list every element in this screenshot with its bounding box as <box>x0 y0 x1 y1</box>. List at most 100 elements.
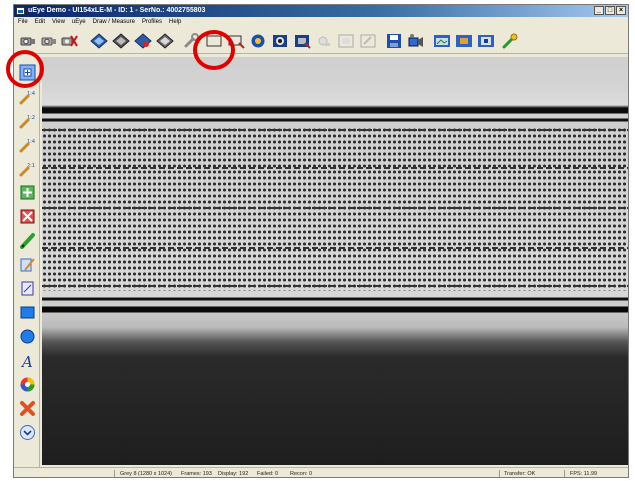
zoom-1-2x-button[interactable]: 1:2 <box>18 111 36 129</box>
circle-icon <box>20 329 34 343</box>
capture-sequence-icon <box>156 33 174 49</box>
status-display: Display: 192 <box>218 471 249 477</box>
measure-icon <box>21 281 33 295</box>
delete-tool-button[interactable] <box>18 399 36 417</box>
pattern-row-band <box>42 207 628 209</box>
options-tool-button[interactable] <box>18 423 36 441</box>
menu-help[interactable]: Help <box>169 17 181 27</box>
fit-to-window-button[interactable] <box>18 63 36 81</box>
color-picker-button[interactable] <box>18 375 36 393</box>
menu-file[interactable]: File <box>18 17 28 27</box>
wrench-icon <box>184 33 199 48</box>
status-transfer: Transfer: OK <box>504 471 536 477</box>
capture-live-button[interactable] <box>89 32 109 50</box>
window-disabled-button[interactable] <box>336 32 356 50</box>
save-video-button[interactable] <box>406 32 426 50</box>
chevron-down-circle-icon <box>19 424 35 440</box>
status-format: Grey 8 (1280 x 1024) <box>120 471 172 477</box>
save-image-button[interactable] <box>384 32 404 50</box>
capture-freeze-button[interactable] <box>111 32 131 50</box>
camera-close-icon <box>61 35 78 47</box>
circle-tool-button[interactable] <box>18 327 36 345</box>
title-bar[interactable]: uEye Demo - UI154xLE-M - ID: 1 - SerNo.:… <box>14 5 628 17</box>
camera-open-alt-button[interactable] <box>39 32 59 50</box>
menu-profiles[interactable]: Profiles <box>142 17 162 27</box>
close-button[interactable]: × <box>616 6 626 15</box>
pattern-row-band <box>42 129 628 131</box>
menu-bar: File Edit View uEye Draw / Measure Profi… <box>14 17 628 27</box>
window-disabled-alt-button[interactable] <box>358 32 378 50</box>
zoom-2-1x-button[interactable]: 2:1 <box>18 159 36 177</box>
display-mode-icon <box>273 35 287 47</box>
text-tool-button[interactable]: A <box>18 351 36 369</box>
camera-open-alt-icon <box>41 37 56 46</box>
fit-to-window-icon <box>19 64 35 80</box>
pencil-icon <box>19 232 35 249</box>
svg-text:A: A <box>20 353 33 369</box>
menu-edit[interactable]: Edit <box>35 17 45 27</box>
sample-dot-pattern <box>42 127 628 291</box>
app-icon[interactable] <box>16 7 25 15</box>
pattern-row-band <box>42 247 628 249</box>
zoom-1-4x-button[interactable]: 1:4 <box>18 87 36 105</box>
save-floppy-icon <box>387 34 401 48</box>
tools-icon <box>502 33 518 49</box>
window-controls: _ □ × <box>594 6 626 15</box>
status-separator <box>564 470 565 477</box>
camera-image-view[interactable] <box>42 57 628 465</box>
remove-region-icon <box>20 209 34 223</box>
capture-freeze-icon <box>112 33 130 49</box>
video-camera-icon <box>408 34 423 47</box>
delete-x-icon <box>19 400 35 416</box>
rectangle-tool-button[interactable] <box>18 303 36 321</box>
add-region-button[interactable] <box>18 183 36 201</box>
camera-open-icon <box>20 37 35 46</box>
view-fit-button[interactable] <box>454 32 474 50</box>
display-mode-alt-button[interactable] <box>292 32 312 50</box>
left-tool-palette: 1:4 1:2 1:4 2:1 A <box>14 57 40 467</box>
view-fullscreen-icon <box>478 35 494 47</box>
zoom-2-1-icon: 2:1 <box>19 163 35 176</box>
pencil-draw-button[interactable] <box>18 231 36 249</box>
minimize-button[interactable]: _ <box>594 6 604 15</box>
remove-region-button[interactable] <box>18 207 36 225</box>
main-toolbar <box>14 28 628 54</box>
camera-open-button[interactable] <box>18 32 38 50</box>
measure-tool-button[interactable] <box>18 279 36 297</box>
capture-stop-button[interactable] <box>133 32 153 50</box>
main-window: uEye Demo - UI154xLE-M - ID: 1 - SerNo.:… <box>13 4 629 478</box>
view-fullscreen-button[interactable] <box>476 32 496 50</box>
zoom-1-4-alt-icon: 1:4 <box>19 139 35 152</box>
status-failed: Failed: 0 <box>257 471 279 477</box>
zoom-1-4x-alt-button[interactable]: 1:4 <box>18 135 36 153</box>
zoom-disabled-button[interactable] <box>314 32 334 50</box>
tools-button[interactable] <box>500 32 520 50</box>
menu-draw-measure[interactable]: Draw / Measure <box>93 17 135 27</box>
menu-view[interactable]: View <box>52 17 65 27</box>
menu-ueye[interactable]: uEye <box>72 17 86 27</box>
display-mode-button[interactable] <box>270 32 290 50</box>
camera-close-button[interactable] <box>60 32 80 50</box>
capture-stop-icon <box>134 33 152 49</box>
rectangle-icon <box>20 306 34 318</box>
status-frames: Frames: 193 <box>181 471 212 477</box>
properties-wrench-button[interactable] <box>182 32 202 50</box>
window-title: uEye Demo - UI154xLE-M - ID: 1 - SerNo.:… <box>28 7 206 14</box>
pattern-row-band <box>42 285 628 287</box>
aoi-select-button[interactable] <box>226 32 246 50</box>
freehand-draw-button[interactable] <box>18 255 36 273</box>
window-disabled-icon <box>338 34 354 48</box>
maximize-button[interactable]: □ <box>605 6 615 15</box>
color-settings-button[interactable] <box>248 32 268 50</box>
view-normal-button[interactable] <box>432 32 452 50</box>
window-disabled-alt-icon <box>360 34 376 48</box>
status-separator <box>499 470 500 477</box>
color-picker-icon <box>20 377 34 391</box>
status-bar: Grey 8 (1280 x 1024) Frames: 193 Display… <box>14 467 628 477</box>
aoi-cursor-icon <box>228 35 245 49</box>
status-recon: Recon: 0 <box>290 471 313 477</box>
zoom-disabled-icon <box>318 36 330 46</box>
color-wheel-icon <box>251 34 265 48</box>
aoi-rectangle-button[interactable] <box>204 32 224 50</box>
capture-sequence-button[interactable] <box>155 32 175 50</box>
